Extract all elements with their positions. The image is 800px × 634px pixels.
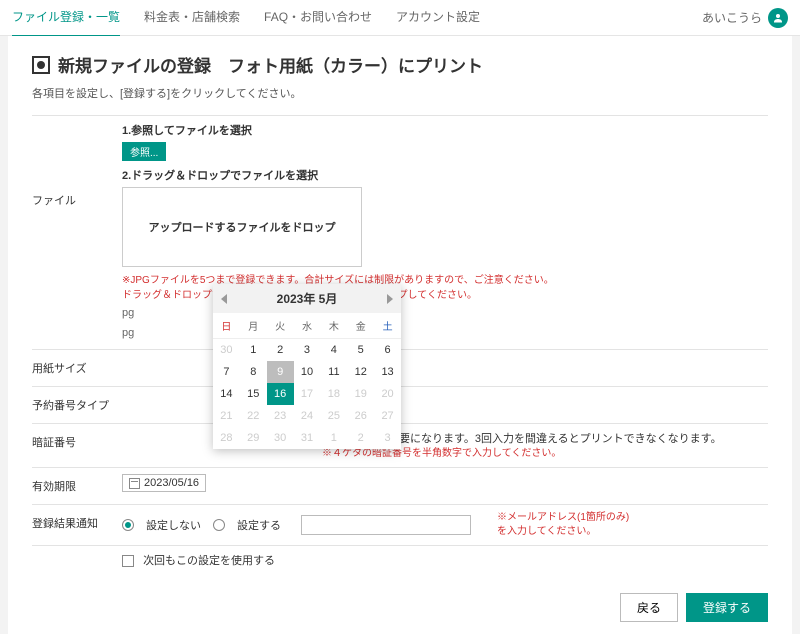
cal-day[interactable]: 22	[240, 405, 267, 427]
nav-item-0[interactable]: ファイル登録・一覧	[12, 0, 120, 37]
cal-title: 2023年 5月	[277, 290, 338, 307]
radio-notify-on[interactable]	[213, 519, 225, 531]
cal-day[interactable]: 16	[267, 383, 294, 405]
cal-dow: 月	[240, 313, 267, 339]
row-expire: 有効期限 2023/05/16	[32, 467, 768, 504]
cal-day[interactable]: 19	[347, 383, 374, 405]
button-bar: 戻る 登録する	[620, 593, 768, 622]
cal-day[interactable]: 2	[267, 339, 294, 361]
cal-day[interactable]: 4	[320, 339, 347, 361]
cal-day[interactable]: 2	[347, 427, 374, 449]
cal-dow: 木	[320, 313, 347, 339]
nav-item-1[interactable]: 料金表・店舗検索	[144, 0, 240, 37]
cal-next-icon[interactable]	[387, 294, 393, 304]
step2-label: 2.ドラッグ＆ドロップでファイルを選択	[122, 167, 768, 183]
cal-day[interactable]: 25	[320, 405, 347, 427]
cal-prev-icon[interactable]	[221, 294, 227, 304]
cal-dow: 水	[294, 313, 321, 339]
dropzone[interactable]: アップロードするファイルをドロップ	[122, 187, 362, 267]
cal-day[interactable]: 15	[240, 383, 267, 405]
date-input[interactable]: 2023/05/16	[122, 474, 206, 492]
notify-note: ※メールアドレス(1箇所のみ)を入力してください。	[497, 511, 637, 539]
cal-day[interactable]: 24	[294, 405, 321, 427]
page-subtitle: 各項目を設定し、[登録する]をクリックしてください。	[32, 85, 768, 101]
cal-dow: 火	[267, 313, 294, 339]
cal-day[interactable]: 1	[240, 339, 267, 361]
page-title: 新規ファイルの登録 フォト用紙（カラー）にプリント	[32, 52, 768, 77]
cal-day[interactable]: 26	[347, 405, 374, 427]
user-menu[interactable]: あいこうら	[702, 8, 788, 28]
cal-day[interactable]: 27	[374, 405, 401, 427]
calendar-icon	[129, 478, 140, 489]
label-file: ファイル	[32, 122, 122, 212]
radio-notify-off[interactable]	[122, 519, 134, 531]
cal-day[interactable]: 5	[347, 339, 374, 361]
label-notify: 登録結果通知	[32, 511, 122, 535]
cal-day[interactable]: 13	[374, 361, 401, 383]
cal-day[interactable]: 18	[320, 383, 347, 405]
cal-day[interactable]: 9	[267, 361, 294, 383]
cal-day[interactable]: 14	[213, 383, 240, 405]
cal-day[interactable]: 1	[320, 427, 347, 449]
reuse-label: 次回もこの設定を使用する	[143, 555, 275, 567]
cal-grid: 日月火水木金土301234567891011121314151617181920…	[213, 313, 401, 449]
cal-dow: 日	[213, 313, 240, 339]
submit-button[interactable]: 登録する	[686, 593, 768, 622]
browse-button[interactable]: 参照...	[122, 142, 166, 161]
calendar-popup: 2023年 5月 日月火水木金土301234567891011121314151…	[213, 284, 401, 449]
cal-day[interactable]: 30	[213, 339, 240, 361]
label-resv: 予約番号タイプ	[32, 393, 122, 417]
cal-day[interactable]: 21	[213, 405, 240, 427]
photo-icon	[32, 56, 50, 74]
nav-item-2[interactable]: FAQ・お問い合わせ	[264, 0, 372, 37]
cal-day[interactable]: 11	[320, 361, 347, 383]
cal-day[interactable]: 8	[240, 361, 267, 383]
avatar-icon	[768, 8, 788, 28]
cal-day[interactable]: 20	[374, 383, 401, 405]
step1-label: 1.参照してファイルを選択	[122, 122, 768, 138]
cal-dow: 金	[347, 313, 374, 339]
cal-day[interactable]: 6	[374, 339, 401, 361]
cal-day[interactable]: 7	[213, 361, 240, 383]
row-notify: 登録結果通知 設定しない 設定する ※メールアドレス(1箇所のみ)を入力してくだ…	[32, 504, 768, 545]
cal-day[interactable]: 3	[294, 339, 321, 361]
back-button[interactable]: 戻る	[620, 593, 678, 622]
row-reuse: 次回もこの設定を使用する	[32, 545, 768, 574]
cal-day[interactable]: 10	[294, 361, 321, 383]
notify-email-input[interactable]	[301, 515, 471, 535]
label-pin: 暗証番号	[32, 430, 122, 454]
label-expire: 有効期限	[32, 474, 122, 498]
cal-day[interactable]: 31	[294, 427, 321, 449]
nav-item-3[interactable]: アカウント設定	[396, 0, 480, 37]
cal-dow: 土	[374, 313, 401, 339]
top-nav: ファイル登録・一覧料金表・店舗検索 FAQ・お問い合わせアカウント設定 あいこうら	[0, 0, 800, 36]
page-body: 新規ファイルの登録 フォト用紙（カラー）にプリント 各項目を設定し、[登録する]…	[8, 36, 792, 634]
cal-day[interactable]: 17	[294, 383, 321, 405]
nav-list: ファイル登録・一覧料金表・店舗検索 FAQ・お問い合わせアカウント設定	[12, 0, 702, 37]
cal-day[interactable]: 3	[374, 427, 401, 449]
label-paper: 用紙サイズ	[32, 356, 122, 380]
cal-day[interactable]: 30	[267, 427, 294, 449]
cal-day[interactable]: 28	[213, 427, 240, 449]
cal-day[interactable]: 23	[267, 405, 294, 427]
user-name: あいこうら	[702, 9, 762, 26]
cal-day[interactable]: 12	[347, 361, 374, 383]
reuse-checkbox[interactable]	[122, 555, 134, 567]
cal-day[interactable]: 29	[240, 427, 267, 449]
